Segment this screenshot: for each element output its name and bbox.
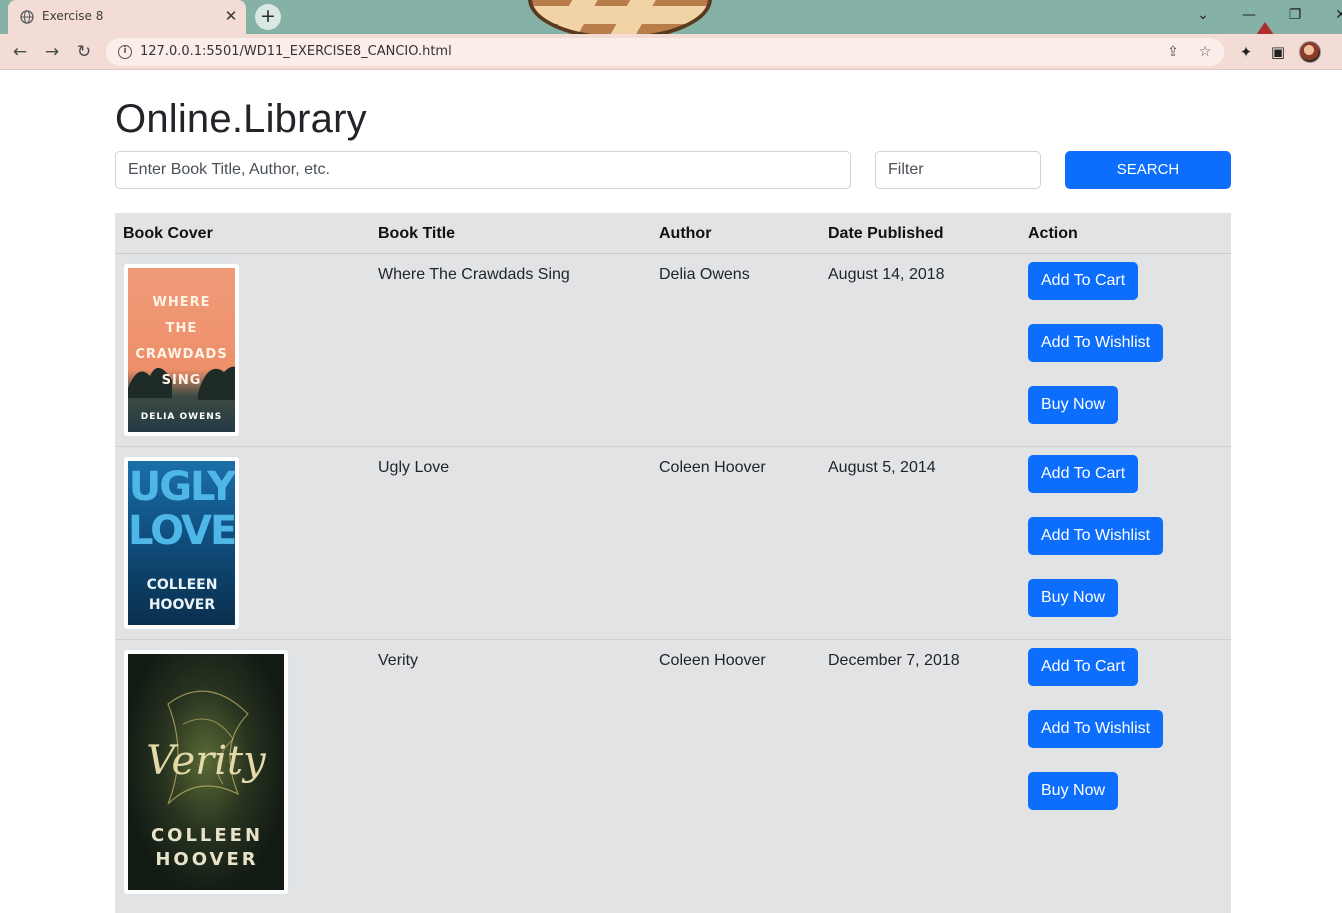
restore-button[interactable]: ❐ [1272, 0, 1318, 34]
book-author: Delia Owens [659, 266, 750, 283]
filter-input[interactable] [875, 151, 1041, 189]
header-author: Author [659, 225, 712, 242]
table-row: UGLY LOVE COLLEEN HOOVER Ugly Love Colee… [115, 447, 1231, 640]
site-info-icon[interactable]: i [118, 45, 132, 59]
url-text[interactable]: 127.0.0.1:5501/WD11_EXERCISE8_CANCIO.htm… [140, 44, 452, 59]
reload-icon[interactable]: ↻ [72, 40, 96, 64]
side-panel-icon[interactable]: ▣ [1268, 42, 1288, 62]
add-to-wishlist-button[interactable]: Add To Wishlist [1028, 324, 1164, 362]
browser-toolbar: ← → ↻ i 127.0.0.1:5501/WD11_EXERCISE8_CA… [0, 34, 1342, 70]
search-button[interactable]: SEARCH [1065, 151, 1231, 189]
book-title: Ugly Love [378, 459, 450, 476]
cover-text-line: Verity [146, 738, 266, 784]
book-author: Coleen Hoover [659, 459, 766, 476]
theme-decoration [528, 0, 712, 34]
header-book-title: Book Title [378, 225, 456, 242]
header-date-published: Date Published [828, 225, 944, 242]
table-header: Book Cover Book Title Author Date Publis… [115, 213, 1231, 254]
header-book-cover: Book Cover [123, 225, 213, 242]
cover-text-line: CRAWDADS [135, 347, 228, 362]
search-input[interactable] [115, 151, 851, 189]
bookmark-star-icon[interactable]: ☆ [1196, 43, 1214, 61]
minimize-button[interactable]: — [1226, 0, 1272, 34]
add-to-wishlist-button[interactable]: Add To Wishlist [1028, 517, 1164, 555]
globe-icon [20, 10, 34, 24]
new-tab-button[interactable]: + [255, 4, 281, 30]
browser-tab-active[interactable]: Exercise 8 ✕ [8, 0, 246, 34]
book-date: December 7, 2018 [828, 652, 960, 669]
share-icon[interactable]: ⇪ [1164, 43, 1182, 61]
book-title: Where The Crawdads Sing [378, 266, 570, 283]
book-cover-image: WHERE THE CRAWDADS SING DELIA OWENS [123, 263, 240, 437]
cover-author: DELIA OWENS [140, 412, 223, 422]
cover-author: COLLEEN HOOVER [146, 577, 218, 613]
back-arrow-icon[interactable]: ← [8, 40, 32, 64]
forward-arrow-icon[interactable]: → [40, 40, 64, 64]
add-to-wishlist-button[interactable]: Add To Wishlist [1028, 710, 1164, 748]
add-to-cart-button[interactable]: Add To Cart [1028, 262, 1139, 300]
tab-title: Exercise 8 [42, 9, 104, 23]
cover-text-line: WHERE [152, 295, 211, 310]
buy-now-button[interactable]: Buy Now [1028, 579, 1119, 617]
book-cover-image: Verity COLLEEN HOOVER [123, 649, 289, 895]
buy-now-button[interactable]: Buy Now [1028, 386, 1119, 424]
extensions-puzzle-icon[interactable]: ✦ [1236, 42, 1256, 62]
header-action: Action [1028, 225, 1078, 242]
page-content: Online.Library SEARCH Book Cover Book Ti… [0, 71, 1342, 913]
cover-text-line: UGLY [128, 464, 235, 510]
book-cover-image: UGLY LOVE COLLEEN HOOVER [123, 456, 240, 630]
add-to-cart-button[interactable]: Add To Cart [1028, 648, 1139, 686]
close-window-button[interactable]: ✕ [1318, 0, 1342, 34]
cover-text-line: THE [165, 321, 198, 336]
profile-avatar[interactable] [1299, 41, 1321, 63]
books-table: Book Cover Book Title Author Date Publis… [115, 213, 1231, 913]
cover-text-line: LOVE [128, 508, 235, 554]
browser-tab-strip: Exercise 8 ✕ + ⌄ — ❐ ✕ [0, 0, 1342, 34]
table-row: WHERE THE CRAWDADS SING DELIA OWENS Wher… [115, 254, 1231, 447]
book-title: Verity [378, 652, 419, 669]
book-date: August 14, 2018 [828, 266, 945, 283]
book-author: Coleen Hoover [659, 652, 766, 669]
book-date: August 5, 2014 [828, 459, 936, 476]
close-tab-icon[interactable]: ✕ [222, 7, 240, 25]
cover-author: COLLEEN HOOVER [150, 825, 264, 870]
add-to-cart-button[interactable]: Add To Cart [1028, 455, 1139, 493]
page-title: Online.Library [115, 97, 367, 141]
buy-now-button[interactable]: Buy Now [1028, 772, 1119, 810]
address-bar[interactable]: i 127.0.0.1:5501/WD11_EXERCISE8_CANCIO.h… [106, 38, 1224, 66]
cover-text-line: SING [161, 373, 202, 388]
table-row: Verity COLLEEN HOOVER Verity Coleen Hoov… [115, 640, 1231, 913]
tab-search-chevron-icon[interactable]: ⌄ [1180, 0, 1226, 34]
